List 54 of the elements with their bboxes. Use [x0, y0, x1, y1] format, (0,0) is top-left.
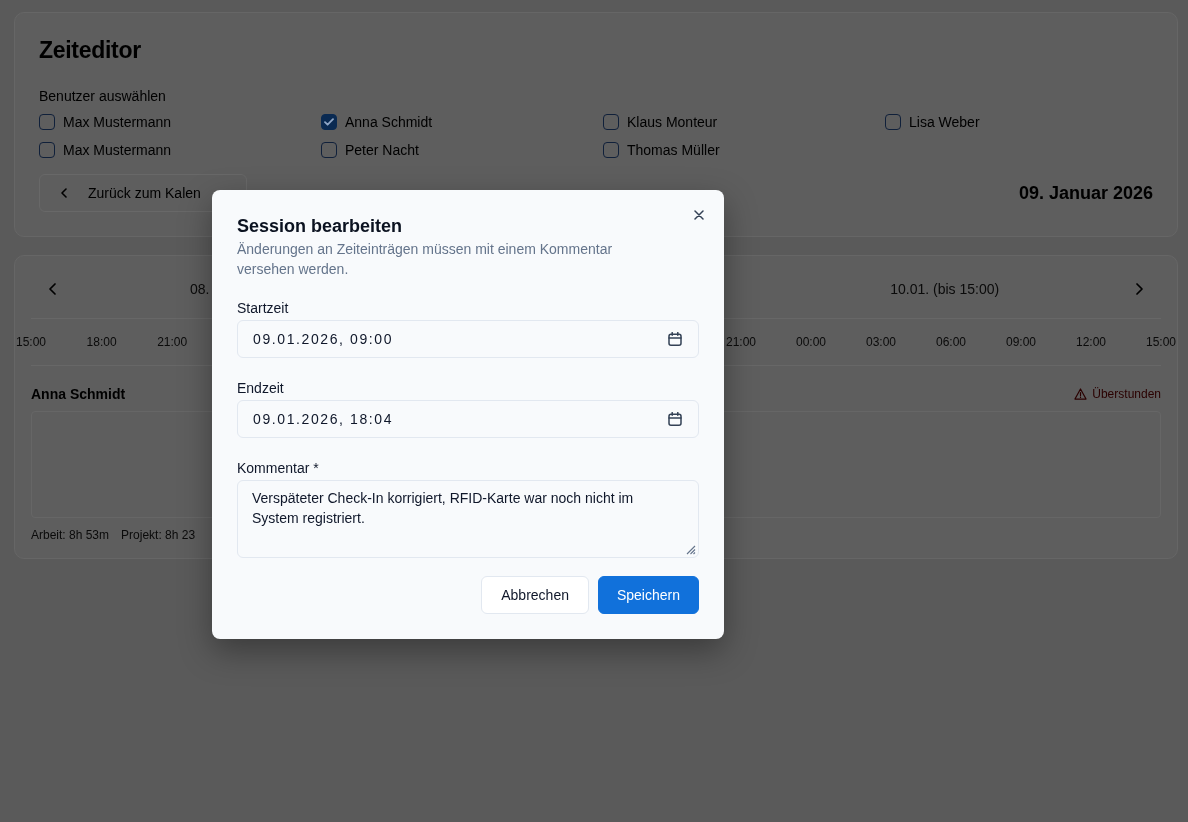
chevron-left-icon: [61, 188, 67, 198]
checkbox[interactable]: [603, 142, 619, 158]
resize-grip-icon: [685, 544, 696, 555]
field-label: Endzeit: [237, 379, 285, 398]
page-title: Zeiteditor: [39, 36, 142, 64]
hour-label: 15:00: [15, 334, 47, 350]
checkbox-label[interactable]: Max Mustermann: [63, 112, 172, 132]
field-label: Kommentar *: [237, 459, 320, 478]
hour-label: 18:00: [85, 334, 118, 350]
cancel-button[interactable]: Abbrechen: [481, 576, 589, 614]
users-label: Benutzer auswählen: [39, 87, 167, 106]
checkbox[interactable]: [885, 114, 901, 130]
checkbox[interactable]: [39, 142, 55, 158]
datetime-field[interactable]: 09.01.2026, 09:00: [237, 320, 699, 358]
checkbox-label[interactable]: Lisa Weber: [909, 112, 980, 132]
checkbox-label[interactable]: Max Mustermann: [63, 140, 172, 160]
checkbox-label[interactable]: Klaus Monteur: [627, 112, 718, 132]
work-total: Arbeit: 8h 53m: [31, 527, 110, 543]
chevron-left-icon: [48, 283, 56, 295]
checkbox[interactable]: [321, 142, 337, 158]
hour-label: 03:00: [865, 334, 897, 350]
dialog-title: Session bearbeiten: [237, 215, 404, 238]
warning-icon: [1074, 388, 1088, 400]
dialog-description: Änderungen an Zeiteinträgen müssen mit einem Kommentar versehen werden.: [237, 240, 614, 279]
datetime-field[interactable]: 09.01.2026, 18:04: [237, 400, 699, 438]
calendar-icon: [668, 332, 682, 346]
field-label: Startzeit: [237, 299, 290, 318]
close-button[interactable]: [691, 207, 707, 223]
hour-label: 06:00: [935, 334, 967, 350]
checkbox-label[interactable]: Anna Schmidt: [345, 112, 433, 132]
checkbox-label[interactable]: Peter Nacht: [345, 140, 419, 160]
checkbox[interactable]: [603, 114, 619, 130]
back-button[interactable]: Zurück zum Kalen: [39, 174, 247, 212]
chevron-right-icon: [1136, 283, 1144, 295]
date-heading: 09. Januar 2026: [1018, 182, 1153, 205]
day-label: 10.01. (bis 15:00): [890, 280, 1000, 299]
checkbox[interactable]: [39, 114, 55, 130]
close-icon: [694, 210, 704, 220]
save-button[interactable]: Speichern: [597, 576, 699, 614]
lane-name: Anna Schmidt: [31, 385, 126, 404]
checkbox[interactable]: [321, 114, 337, 130]
hour-label: 12:00: [1075, 334, 1107, 350]
project-total: Projekt: 8h 23: [121, 527, 196, 543]
hour-label: 15:00: [1145, 334, 1177, 350]
comment-field[interactable]: Verspäteter Check-In korrigiert, RFID-Karte war noch nicht im System registriert.: [237, 480, 699, 558]
day-label: 08.: [190, 280, 210, 299]
checkbox-label[interactable]: Thomas Müller: [627, 140, 720, 160]
hour-label: 21:00: [725, 334, 757, 350]
hour-label: 09:00: [1005, 334, 1037, 350]
overtime-label: Überstunden: [1092, 386, 1161, 402]
hour-label: 21:00: [156, 334, 189, 350]
checkmark-icon: [324, 118, 334, 126]
hour-label: 00:00: [795, 334, 827, 350]
calendar-icon: [668, 412, 682, 426]
